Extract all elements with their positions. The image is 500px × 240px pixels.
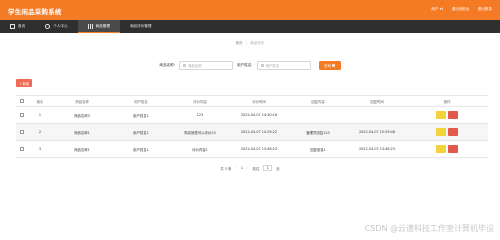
search-icon <box>332 64 336 67</box>
delete-button[interactable] <box>448 111 458 119</box>
next-page-button[interactable]: › <box>247 166 248 170</box>
row-index: 2 <box>38 130 42 134</box>
user-name-cell: 用户姓名1 <box>133 113 149 118</box>
edit-button[interactable] <box>436 128 446 136</box>
row-check-cell <box>16 129 28 135</box>
page-number[interactable]: 1 <box>241 166 243 170</box>
table-header-row: 索引 商品名称 用户姓名 评价内容 评价时间 回复内容 回复时间 操作 <box>16 96 488 107</box>
header-links: 用户 ▾1 退出到前台 退出登录 <box>431 7 492 12</box>
product-name-cell: 商品名称1 <box>74 147 90 152</box>
select-all-cell <box>16 98 28 104</box>
row-check-cell <box>16 146 28 152</box>
breadcrumb-separator: / <box>245 41 248 45</box>
actions-cell <box>406 111 488 119</box>
edit-button[interactable] <box>436 145 446 153</box>
nav-item-products[interactable]: 商品管理 <box>77 20 120 33</box>
user-name-cell: 用户姓名1 <box>133 130 149 135</box>
breadcrumb-current: 商品评价 <box>250 41 265 45</box>
table-row: 1 商品名称3 用户姓名1 123 2022-04-07 14:30:16 <box>16 107 488 124</box>
product-name-input[interactable]: 商品名称 <box>179 61 233 70</box>
table-row: 3 商品名称1 用户姓名1 评价内容1 2022-04-07 13:46:23 … <box>16 141 488 158</box>
select-all-checkbox[interactable] <box>20 98 24 103</box>
row-checkbox[interactable] <box>20 112 24 117</box>
goto-page-input[interactable]: 1 <box>263 165 273 171</box>
column-header: 评价时间 <box>252 99 266 104</box>
user-name-label: 用户姓名: <box>237 63 253 67</box>
home-icon <box>10 24 15 29</box>
front-link[interactable]: 退出到前台 <box>452 7 470 12</box>
reply-time-cell: 2022-04-07 15:29:48 <box>358 130 395 134</box>
delete-button[interactable] <box>448 128 458 136</box>
column-header: 操作 <box>443 99 451 104</box>
row-index: 3 <box>38 147 42 151</box>
evaluation-cell: 购买就是可以评价23 <box>184 130 216 135</box>
grid-icon <box>87 23 93 29</box>
row-index: 1 <box>38 113 42 117</box>
user-name-placeholder: 用户姓名 <box>265 64 280 68</box>
breadcrumb: 首页 / 商品评价 <box>12 41 488 46</box>
row-check-cell <box>16 112 28 118</box>
search-icon <box>260 64 264 67</box>
product-name-cell: 商品名称1 <box>74 130 90 135</box>
user-menu[interactable]: 用户 ▾1 <box>431 7 443 12</box>
reply-cell: 回复信息1 <box>310 147 326 152</box>
evaluation-time-cell: 2022-04-07 14:30:16 <box>240 113 277 117</box>
breadcrumb-home[interactable]: 首页 <box>235 41 242 45</box>
add-button-label: + 新增 <box>18 81 30 86</box>
goto-label: 前往 <box>252 166 260 171</box>
column-header: 商品名称 <box>75 99 89 104</box>
product-name-label: 商品名称: <box>159 63 175 67</box>
nav-item-reviews[interactable]: 商品评价管理 <box>120 20 162 33</box>
watermark: CSDN @云谱科技工作室计算机毕设 <box>364 224 494 233</box>
top-header: 学生闲品采购系统 用户 ▾1 退出到前台 退出登录 <box>0 0 500 20</box>
evaluation-cell: 123 <box>196 113 204 117</box>
add-button[interactable]: + 新增 <box>16 79 32 87</box>
main-nav: 首页 个人中心 商品管理 商品评价管理 <box>0 20 500 33</box>
pagination-total: 共 3 条 <box>220 166 232 171</box>
nav-label: 商品评价管理 <box>129 24 152 28</box>
reply-cell: 管理员回复123 <box>306 130 330 135</box>
product-name-cell: 商品名称3 <box>74 113 90 118</box>
column-header: 评价内容 <box>193 99 207 104</box>
reply-time-cell: 2022-04-07 13:46:23 <box>358 147 395 151</box>
nav-label: 商品管理 <box>95 23 110 28</box>
pagination: 共 3 条 ‹ 1 › 前往 1 页 <box>12 165 488 171</box>
nav-label: 个人中心 <box>53 24 68 28</box>
row-checkbox[interactable] <box>20 146 24 151</box>
table-row: 2 商品名称1 用户姓名1 购买就是可以评价23 2022-04-07 14:2… <box>16 124 488 141</box>
evaluation-time-cell: 2022-04-07 13:46:23 <box>240 147 277 151</box>
search-button-label: 查询 <box>323 64 331 68</box>
column-header: 回复时间 <box>370 99 384 104</box>
evaluation-time-cell: 2022-04-07 14:29:22 <box>240 130 277 134</box>
nav-item-home[interactable]: 首页 <box>0 20 35 33</box>
search-button[interactable]: 查询 <box>318 61 341 70</box>
edit-button[interactable] <box>436 111 446 119</box>
delete-button[interactable] <box>448 145 458 153</box>
nav-label: 首页 <box>18 24 26 28</box>
main-content: 首页 / 商品评价 商品名称: 商品名称 用户姓名: 用户姓名 查询 + 新增 … <box>12 33 488 208</box>
page-unit: 页 <box>276 166 280 171</box>
search-icon <box>183 64 186 67</box>
column-header: 回复内容 <box>311 99 325 104</box>
user-name-input[interactable]: 用户姓名 <box>256 61 311 70</box>
reviews-table: 索引 商品名称 用户姓名 评价内容 评价时间 回复内容 回复时间 操作 1 商品… <box>16 95 488 158</box>
row-checkbox[interactable] <box>20 129 24 134</box>
column-header: 索引 <box>36 99 44 104</box>
user-name-cell: 用户姓名1 <box>133 147 149 152</box>
product-name-placeholder: 商品名称 <box>188 64 202 68</box>
actions-cell <box>406 145 488 153</box>
evaluation-cell: 评价内容1 <box>192 147 208 152</box>
column-header: 用户姓名 <box>134 99 148 104</box>
app-title: 学生闲品采购系统 <box>8 8 62 16</box>
actions-cell <box>406 128 488 136</box>
nav-item-profile[interactable]: 个人中心 <box>35 20 77 33</box>
logout-link[interactable]: 退出登录 <box>478 7 492 12</box>
search-form: 商品名称: 商品名称 用户姓名: 用户姓名 查询 <box>12 61 488 70</box>
user-icon <box>45 24 51 29</box>
prev-page-button[interactable]: ‹ <box>235 166 236 170</box>
